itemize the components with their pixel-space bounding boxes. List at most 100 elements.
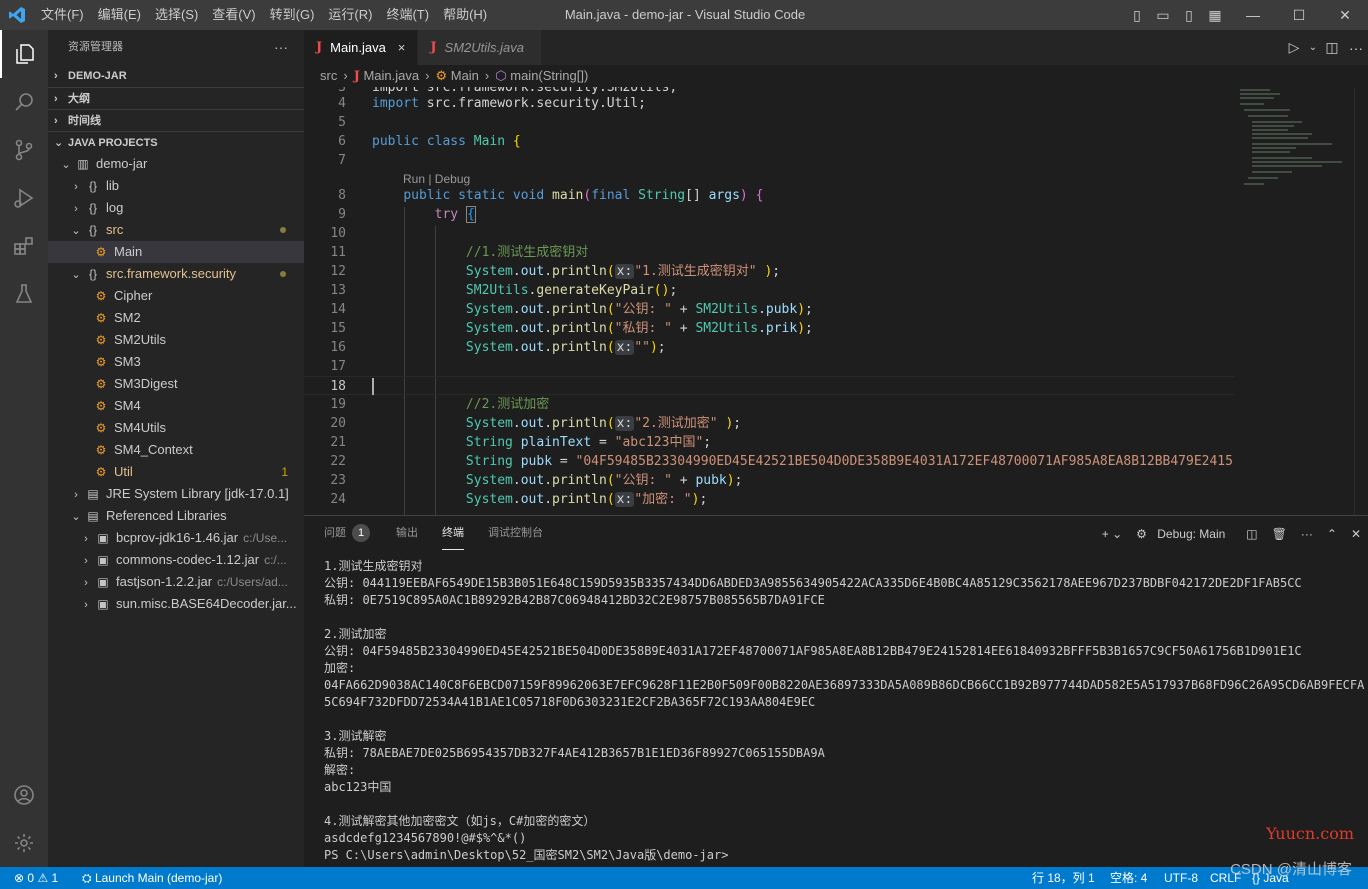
tree-item-package[interactable]: ⌄ {} src.framework.security (48, 263, 304, 285)
menu-help[interactable]: 帮助(H) (436, 0, 494, 30)
customize-layout-icon[interactable]: ▦ (1202, 7, 1228, 24)
terminal-line: 私钥: 78AEBAE7DE025B6954357DB327F4AE412B36… (324, 746, 825, 760)
editor-scrollbar[interactable] (1354, 87, 1368, 515)
tree-item-class[interactable]: ⚙ Cipher (48, 285, 304, 307)
tree-item-class[interactable]: ⚙ SM4_Context (48, 439, 304, 461)
menu-file[interactable]: 文件(F) (34, 0, 91, 30)
breadcrumb-file[interactable]: Main.java (363, 68, 419, 83)
class-icon: ⚙ (95, 399, 107, 413)
encoding-status[interactable]: UTF-8 (1164, 867, 1198, 889)
tree-item-util[interactable]: ⚙ Util 1 (48, 461, 304, 483)
tab-problems[interactable]: 问题 1 (324, 516, 370, 551)
search-icon[interactable] (0, 78, 48, 126)
menu-go[interactable]: 转到(G) (263, 0, 322, 30)
tree-item-class[interactable]: ⚙ SM4 (48, 395, 304, 417)
testing-icon[interactable] (0, 270, 48, 318)
tree-item-jar[interactable]: › ▣ fastjson-1.2.2.jar c:/Users/ad... (48, 571, 304, 593)
tree-item-jar[interactable]: › ▣ bcprov-jdk16-1.46.jar c:/Use... (48, 527, 304, 549)
problems-status[interactable]: ⊗ 0 ⚠ 1 (14, 867, 58, 889)
more-actions-icon[interactable]: ··· (274, 30, 288, 65)
tree-item-main[interactable]: ⚙ Main (48, 241, 304, 263)
more-actions-icon[interactable]: ··· (1344, 40, 1368, 56)
tree-item-lib[interactable]: › {} lib (48, 175, 304, 197)
breadcrumb-class[interactable]: Main (451, 68, 479, 83)
split-editor-icon[interactable]: ◫ (1320, 39, 1344, 56)
minimap[interactable] (1234, 87, 1354, 515)
tree-item-class[interactable]: ⚙ SM2 (48, 307, 304, 329)
accounts-icon[interactable] (0, 771, 48, 819)
section-label: 大纲 (68, 93, 90, 105)
java-file-icon: J (353, 69, 360, 84)
chevron-down-icon: ⌄ (54, 137, 64, 149)
manage-gear-icon[interactable] (0, 819, 48, 867)
code-line: 6 public class Main { (338, 134, 521, 149)
section-java-projects[interactable]: ⌄ JAVA PROJECTS (48, 131, 304, 153)
run-icon[interactable]: ▷ (1282, 39, 1306, 56)
tree-item-class[interactable]: ⚙ SM2Utils (48, 329, 304, 351)
section-timeline[interactable]: › 时间线 (48, 109, 304, 131)
text-cursor (372, 378, 374, 395)
chevron-right-icon: › (54, 70, 58, 82)
tree-label: JRE System Library [jdk-17.0.1] (106, 486, 289, 501)
terminal-output[interactable]: 1.测试生成密钥对 公钥: 044119EEBAF6549DE15B3B051E… (324, 558, 1364, 864)
toggle-panel-icon[interactable]: ▭ (1150, 7, 1176, 24)
split-terminal-icon[interactable]: ◫ (1239, 527, 1264, 541)
java-file-icon: J (430, 40, 437, 55)
tree-label: SM4_Context (114, 442, 193, 457)
close-panel-icon[interactable]: ✕ (1344, 527, 1368, 541)
tree-item-referenced-libraries[interactable]: ⌄ ▤ Referenced Libraries (48, 505, 304, 527)
package-icon: {} (88, 223, 97, 237)
breadcrumb-method[interactable]: main(String[]) (510, 68, 588, 83)
code-editor[interactable]: 3 import src.framework.security.SM2Utils;… (304, 87, 1234, 515)
class-icon: ⚙ (95, 355, 107, 369)
section-demo-jar[interactable]: › DEMO-JAR (48, 65, 304, 87)
explorer-icon[interactable] (0, 30, 48, 78)
indentation-status[interactable]: 空格: 4 (1110, 867, 1147, 889)
tree-item-jar[interactable]: › ▣ commons-codec-1.12.jar c:/... (48, 549, 304, 571)
extensions-icon[interactable] (0, 222, 48, 270)
debug-gear-icon[interactable]: ⚙ Debug: Main (1129, 527, 1239, 541)
menu-selection[interactable]: 选择(S) (148, 0, 205, 30)
code-line: 5 (338, 115, 346, 130)
tree-item-class[interactable]: ⚙ SM4Utils (48, 417, 304, 439)
close-window-button[interactable]: ✕ (1322, 0, 1368, 30)
tab-sm2utils-java[interactable]: J SM2Utils.java (418, 30, 543, 65)
menu-run[interactable]: 运行(R) (321, 0, 379, 30)
menu-edit[interactable]: 编辑(E) (91, 0, 148, 30)
section-outline[interactable]: › 大纲 (48, 87, 304, 109)
tab-output[interactable]: 输出 (396, 516, 418, 551)
maximize-panel-icon[interactable]: ⌃ (1320, 527, 1344, 541)
toggle-sidebar-icon[interactable]: ▯ (1124, 7, 1150, 24)
tree-item-project[interactable]: ⌄ ▥ demo-jar (48, 153, 304, 175)
tree-item-class[interactable]: ⚙ SM3 (48, 351, 304, 373)
chevron-right-icon: › (84, 533, 88, 545)
tab-main-java[interactable]: J Main.java × (304, 30, 419, 65)
tree-item-log[interactable]: › {} log (48, 197, 304, 219)
breadcrumb-src[interactable]: src (320, 68, 337, 83)
menu-terminal[interactable]: 终端(T) (379, 0, 436, 30)
code-line: 14 System.out.println("公钥: " + SM2Utils.… (330, 302, 813, 317)
toggle-secondary-sidebar-icon[interactable]: ▯ (1176, 7, 1202, 24)
tree-item-src[interactable]: ⌄ {} src (48, 219, 304, 241)
cursor-position-status[interactable]: 行 18，列 1 (1032, 867, 1095, 889)
class-icon: ⚙ (95, 289, 107, 303)
tab-terminal[interactable]: 终端 (442, 516, 464, 550)
tree-item-jar[interactable]: › ▣ sun.misc.BASE64Decoder.jar... (48, 593, 304, 615)
tab-debug-console[interactable]: 调试控制台 (488, 516, 543, 551)
tree-label: Cipher (114, 288, 153, 303)
package-icon: {} (88, 201, 97, 215)
minimize-button[interactable]: — (1230, 0, 1276, 30)
more-actions-icon[interactable]: ··· (1294, 527, 1320, 541)
tree-item-jre[interactable]: › ▤ JRE System Library [jdk-17.0.1] (48, 483, 304, 505)
run-debug-icon[interactable] (0, 174, 48, 222)
tree-item-class[interactable]: ⚙ SM3Digest (48, 373, 304, 395)
new-terminal-icon[interactable]: + ⌄ (1095, 527, 1129, 541)
codelens-run-debug[interactable]: Run | Debug (403, 171, 470, 187)
kill-terminal-icon[interactable]: 🗑 (1265, 527, 1294, 541)
run-dropdown-chevron-icon[interactable]: ⌄ (1306, 42, 1320, 53)
menu-view[interactable]: 查看(V) (205, 0, 262, 30)
launch-config-status[interactable]: ⛭ Launch Main (demo-jar) (82, 867, 222, 889)
close-tab-icon[interactable]: × (398, 30, 406, 65)
source-control-icon[interactable] (0, 126, 48, 174)
maximize-button[interactable]: ☐ (1276, 0, 1322, 30)
